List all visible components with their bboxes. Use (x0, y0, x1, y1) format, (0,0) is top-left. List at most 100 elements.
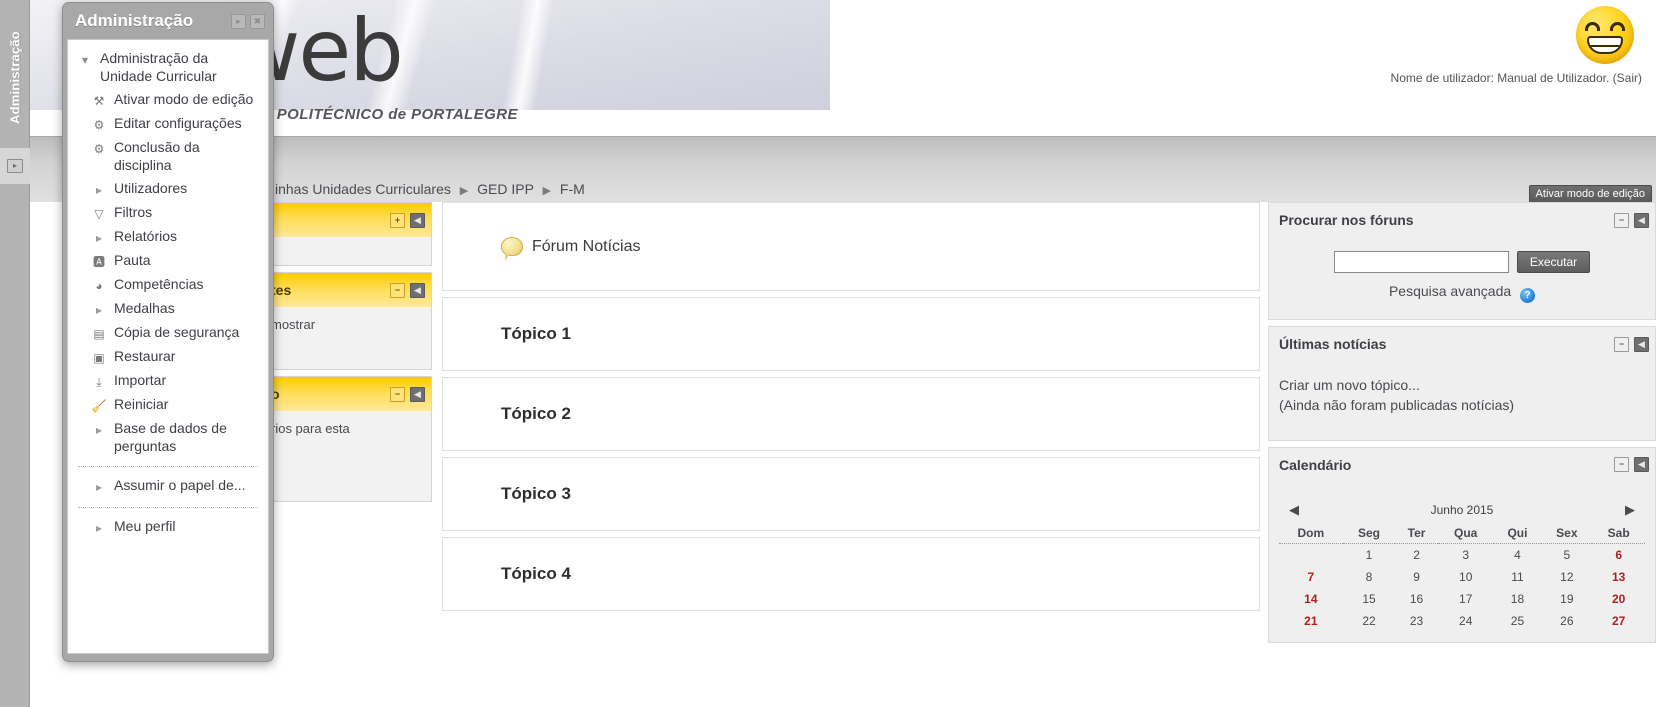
dock-icon[interactable]: ◀ (410, 386, 425, 402)
admin-menu-item-11[interactable]: ▣ Restaurar (74, 346, 262, 370)
admin-menu-item-8[interactable]: ◕ Competências (74, 274, 262, 298)
toggle-edit-mode-button[interactable]: Ativar modo de edição (1528, 185, 1652, 203)
dock-icon[interactable]: ◀ (1634, 212, 1649, 228)
admin-profile-item-0[interactable]: ▸ Meu perfil (74, 516, 262, 540)
minus-icon[interactable]: − (1614, 336, 1629, 352)
calendar-day[interactable]: 7 (1279, 566, 1343, 588)
menu-item-label: Ativar modo de edição (114, 90, 254, 107)
new-topic-link[interactable]: Criar um novo tópico... (1279, 375, 1645, 395)
calendar-day[interactable]: 15 (1343, 588, 1396, 610)
calendar-day[interactable]: 5 (1541, 543, 1592, 566)
calendar-day[interactable]: 13 (1592, 566, 1645, 588)
minus-icon[interactable]: − (1614, 212, 1629, 228)
calendar-weekday: Dom (1279, 523, 1343, 544)
admin-menu-item-0[interactable]: ▾ Administração da Unidade Curricular (74, 48, 262, 89)
caret-right-icon: ▸ (95, 521, 103, 536)
calendar-day[interactable]: 20 (1592, 588, 1645, 610)
menu-divider-2 (78, 507, 258, 509)
calendar-day[interactable]: 23 (1395, 610, 1438, 632)
block-latest-news-icons: − ◀ (1614, 336, 1649, 352)
forum-link-row[interactable]: Fórum Notícias (501, 237, 1259, 261)
admin-menu-item-12[interactable]: ⤓ Importar (74, 370, 262, 394)
left-block-2-icons: − ◀ (390, 282, 425, 298)
calendar-day[interactable]: 12 (1541, 566, 1592, 588)
admin-menu-item-4[interactable]: ▸ Utilizadores (74, 178, 262, 202)
dock-icon[interactable]: ◀ (1634, 336, 1649, 352)
calendar-day[interactable]: 3 (1438, 543, 1494, 566)
triangle-left-icon[interactable]: ◀ (1289, 502, 1299, 518)
breadcrumb-item-0[interactable]: inhas Unidades Curriculares (275, 181, 451, 197)
admin-menu-item-14[interactable]: ▸ Base de dados de perguntas (74, 418, 262, 459)
dock-icon[interactable]: ◀ (410, 282, 425, 298)
dock-rail-label[interactable]: Administração (0, 8, 30, 148)
calendar-day[interactable]: 18 (1494, 588, 1542, 610)
admin-menu-item-5[interactable]: ▽ Filtros (74, 202, 262, 226)
calendar-day[interactable]: 10 (1438, 566, 1494, 588)
admin-menu-item-9[interactable]: ▸ Medalhas (74, 298, 262, 322)
close-icon[interactable]: ✖ (250, 13, 265, 29)
forum-link-label[interactable]: Fórum Notícias (532, 238, 640, 256)
dock-right-icon[interactable]: ▸ (231, 13, 246, 29)
calendar-day[interactable]: 19 (1541, 588, 1592, 610)
left-block-1: + ◀ (260, 202, 432, 266)
calendar-day[interactable]: 14 (1279, 588, 1343, 610)
admin-menu-item-1[interactable]: ⚒ Ativar modo de edição (74, 89, 262, 113)
calendar-day[interactable]: 6 (1592, 543, 1645, 566)
admin-menu-item-10[interactable]: ▤ Cópia de segurança (74, 322, 262, 346)
administration-panel-header: Administração ▸ ✖ (63, 3, 273, 39)
admin-menu-item-7[interactable]: 🅰 Pauta (74, 250, 262, 274)
smiley-avatar[interactable] (1576, 6, 1634, 64)
calendar-day[interactable]: 25 (1494, 610, 1542, 632)
plus-icon[interactable]: + (390, 212, 405, 228)
left-block-1-body (261, 237, 431, 265)
admin-role-item-0[interactable]: ▸ Assumir o papel de... (74, 475, 262, 499)
admin-menu-item-2[interactable]: ⚙ Editar configurações (74, 113, 262, 137)
forum-search-row: Executar (1279, 251, 1645, 273)
section-topic-3: Tópico 3 (442, 457, 1260, 531)
left-block-2-body[interactable]: mostrar (261, 307, 431, 369)
calendar-day[interactable]: 17 (1438, 588, 1494, 610)
minus-icon[interactable]: − (390, 282, 405, 298)
funnel-icon: ▽ (94, 206, 104, 221)
calendar-day[interactable]: 8 (1343, 566, 1396, 588)
calendar-day[interactable]: 26 (1541, 610, 1592, 632)
backup-icon: ▤ (93, 326, 105, 341)
dock-icon[interactable]: ◀ (410, 212, 425, 228)
calendar-day[interactable]: 24 (1438, 610, 1494, 632)
calendar-day[interactable]: 4 (1494, 543, 1542, 566)
menu-item-label: Medalhas (114, 299, 175, 316)
document-icon: 🅰 (92, 254, 105, 269)
section-topic-2: Tópico 2 (442, 377, 1260, 451)
calendar-day[interactable]: 27 (1592, 610, 1645, 632)
administration-panel-body: ▾ Administração da Unidade Curricular ⚒ Ati… (67, 39, 269, 654)
advanced-search-link[interactable]: Pesquisa avançada (1389, 283, 1511, 299)
admin-menu-item-13[interactable]: 🧹 Reiniciar (74, 394, 262, 418)
user-login-info[interactable]: Nome de utilizador: Manual de Utilizador… (1306, 71, 1642, 85)
menu-item-label: Editar configurações (114, 114, 242, 131)
menu-item-label: Competências (114, 275, 204, 292)
breadcrumb-item-1[interactable]: GED IPP (477, 181, 534, 197)
calendar-day[interactable]: 21 (1279, 610, 1343, 632)
calendar-day[interactable]: 1 (1343, 543, 1396, 566)
caret-right-icon: ▸ (95, 302, 103, 317)
section-general: Fórum Notícias (442, 202, 1260, 291)
help-icon[interactable]: ? (1520, 288, 1536, 303)
calendar-day[interactable]: 9 (1395, 566, 1438, 588)
menu-item-label: Pauta (114, 251, 151, 268)
minus-icon[interactable]: − (390, 386, 405, 402)
menu-item-label: Importar (114, 371, 167, 388)
calendar-day[interactable]: 22 (1343, 610, 1396, 632)
calendar-day[interactable]: 11 (1494, 566, 1542, 588)
avatar-eye-right (1610, 22, 1625, 31)
forum-search-submit-button[interactable]: Executar (1516, 251, 1591, 273)
dock-icon[interactable]: ◀ (1634, 457, 1649, 473)
calendar-day[interactable]: 16 (1395, 588, 1438, 610)
calendar-day[interactable]: 2 (1395, 543, 1438, 566)
breadcrumb-item-2[interactable]: F-M (560, 181, 585, 197)
forum-search-input[interactable] (1333, 251, 1509, 273)
minus-icon[interactable]: − (1614, 457, 1629, 473)
chevron-right-icon[interactable]: ▸ (7, 159, 23, 173)
admin-menu-item-3[interactable]: ⚙ Conclusão da disciplina (74, 137, 262, 178)
admin-menu-item-6[interactable]: ▸ Relatórios (74, 226, 262, 250)
triangle-right-icon[interactable]: ▶ (1625, 502, 1635, 518)
